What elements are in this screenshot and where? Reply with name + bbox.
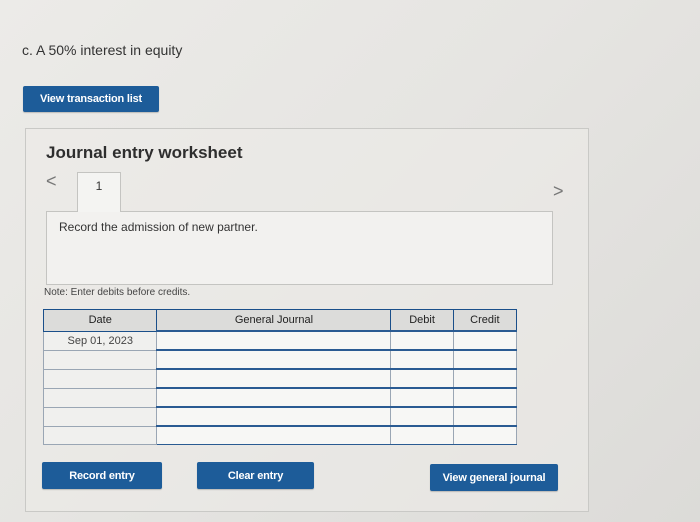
question-label: c. A 50% interest in equity [22,42,183,58]
table-row: Sep 01, 2023 [42,330,518,351]
instruction-text: Record the admission of new partner. [59,220,258,234]
view-general-journal-button[interactable]: View general journal [430,464,558,491]
account-field[interactable] [156,406,392,427]
worksheet-title: Journal entry worksheet [46,143,243,162]
view-transaction-list-button[interactable]: View transaction list [23,86,159,112]
instruction-box: Record the admission of new partner. [46,211,553,285]
credit-field[interactable] [452,406,518,427]
account-field[interactable] [156,349,392,370]
date-cell[interactable] [42,425,158,445]
credit-field[interactable] [452,349,518,370]
header-date: Date [42,309,158,332]
debit-field[interactable] [390,330,454,351]
account-field[interactable] [156,368,392,389]
table-row [42,425,518,445]
debit-field[interactable] [390,368,454,389]
chevron-right-icon[interactable]: > [553,181,564,202]
header-debit: Debit [390,309,454,332]
tab-1[interactable]: 1 [77,172,121,212]
chevron-left-icon[interactable]: < [46,171,57,192]
debit-field[interactable] [390,425,454,445]
table-row [42,368,518,389]
journal-table: Date General Journal Debit Credit Sep 01… [42,309,518,445]
account-field[interactable] [156,387,392,408]
credit-field[interactable] [452,425,518,445]
note-text: Note: Enter debits before credits. [44,287,191,298]
header-credit: Credit [452,309,518,332]
record-entry-button[interactable]: Record entry [42,462,162,489]
clear-entry-button[interactable]: Clear entry [197,462,314,489]
table-row [42,349,518,370]
debit-field[interactable] [390,406,454,427]
journal-entry-worksheet: Journal entry worksheet < 1 > Record the… [25,128,589,512]
table-row [42,387,518,408]
credit-field[interactable] [452,368,518,389]
header-general-journal: General Journal [156,309,392,332]
credit-field[interactable] [452,330,518,351]
account-field[interactable] [156,425,392,445]
table-row [42,406,518,427]
date-cell[interactable] [42,368,158,389]
date-cell[interactable] [42,349,158,370]
date-cell[interactable] [42,406,158,427]
table-header-row: Date General Journal Debit Credit [42,309,518,332]
credit-field[interactable] [452,387,518,408]
date-cell[interactable] [42,387,158,408]
debit-field[interactable] [390,349,454,370]
debit-field[interactable] [390,387,454,408]
date-cell[interactable]: Sep 01, 2023 [42,330,158,351]
account-field[interactable] [156,330,392,351]
tab-label: 1 [95,179,103,193]
